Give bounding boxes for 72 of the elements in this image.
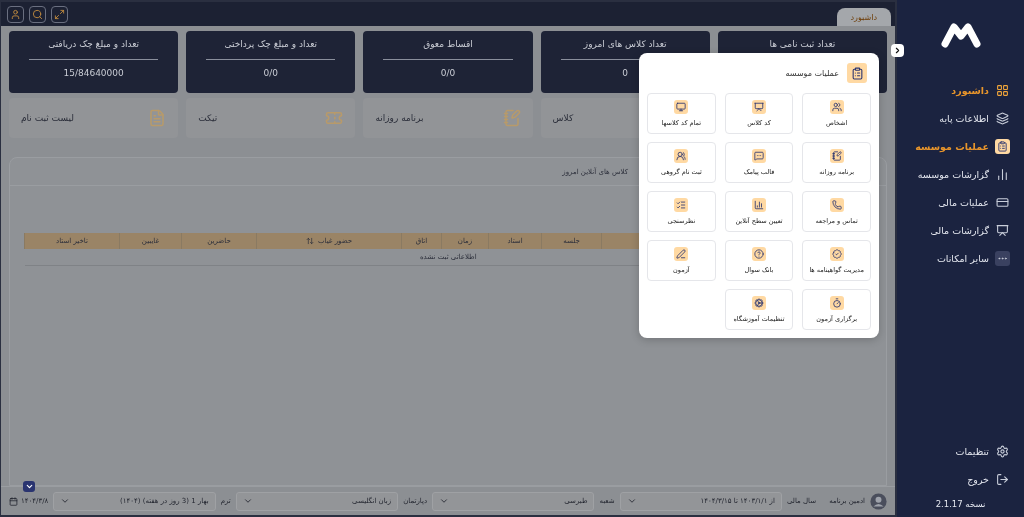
sidebar-item[interactable]: خروج: [897, 465, 1024, 493]
shortcut-label: برنامه روزانه: [375, 113, 424, 123]
shortcut-label: لیست ثبت نام: [21, 113, 74, 123]
settings-icon: [996, 444, 1009, 458]
pen-icon: [674, 247, 689, 261]
clipboard-icon: [847, 63, 867, 83]
search-button[interactable]: [29, 5, 46, 23]
cog-icon: [752, 296, 766, 310]
notebook-icon: [829, 149, 844, 163]
question-icon: [752, 247, 766, 261]
stat-title: تعداد ثبت نامی ها: [769, 39, 836, 51]
phone-icon: [829, 198, 844, 212]
presentation-icon: [996, 223, 1009, 237]
grid-icon: [996, 83, 1009, 97]
expand-icon: [54, 8, 65, 20]
chevron-icon: [60, 496, 71, 506]
collapse-button[interactable]: [891, 44, 904, 57]
sidebar-item[interactable]: عملیات موسسه: [897, 132, 1024, 160]
group-icon: [674, 149, 689, 163]
checklist-icon: [674, 198, 689, 212]
chevron-icon: [626, 496, 637, 506]
stat-value: 15/84640000: [63, 68, 124, 78]
ticket-icon: [325, 109, 344, 127]
avatar-icon: [870, 492, 887, 510]
notebook-icon: [502, 109, 521, 127]
sidebar-item[interactable]: عملیات مالی: [897, 188, 1024, 216]
stat-title: اقساط معوق: [423, 39, 473, 51]
stat-title: تعداد کلاس های امروز: [583, 39, 667, 51]
sort-icon: [305, 237, 314, 245]
stat-value: 0: [622, 68, 629, 78]
stat-value: 0/0: [440, 68, 456, 78]
version-label: نسخه 2.1.17: [934, 499, 987, 509]
user-icon: [10, 8, 21, 20]
badge-icon: [829, 247, 844, 261]
sidebar-item[interactable]: تنظیمات: [897, 437, 1024, 465]
calendar-icon: [9, 496, 18, 506]
shortcut-label: تیکت: [198, 113, 218, 123]
stat-title: تعداد و مبلغ چک دریافتی: [48, 39, 140, 51]
stat-title: تعداد و مبلغ چک پرداختی: [224, 39, 318, 51]
user-button[interactable]: [7, 5, 24, 23]
stopwatch-icon: [829, 296, 844, 310]
logo: [939, 22, 982, 48]
stat-value: 0/0: [263, 68, 279, 78]
card-icon: [996, 195, 1009, 209]
sidebar-item[interactable]: سایر امکانات: [897, 244, 1024, 272]
logout-icon: [996, 472, 1009, 486]
document-icon: [148, 109, 167, 127]
page-tab[interactable]: داشبورد: [836, 8, 891, 26]
monitor-icon: [674, 100, 689, 114]
bar-chart-icon: [752, 198, 766, 212]
menu-title: عملیات موسسه: [785, 68, 839, 78]
sidebar-item[interactable]: داشبورد: [897, 76, 1024, 104]
people-icon: [829, 100, 844, 114]
chevron-icon: [893, 46, 902, 55]
shortcut-card[interactable]: لیست ثبت نام: [9, 98, 179, 138]
chevron-icon: [439, 496, 450, 506]
chevron-icon: [24, 482, 34, 491]
sidebar-item[interactable]: اطلاعات پایه: [897, 104, 1024, 132]
sidebar-item[interactable]: گزارشات مالی: [897, 216, 1024, 244]
layers-icon: [996, 111, 1009, 125]
message-icon: [752, 149, 766, 163]
sidebar-item[interactable]: گزارشات موسسه: [897, 160, 1024, 188]
clipboard-icon: [995, 138, 1010, 154]
chevron-icon: [242, 496, 253, 506]
board-icon: [752, 100, 766, 114]
more-icon: [995, 250, 1010, 266]
search-icon: [32, 8, 43, 20]
shortcut-card[interactable]: تیکت: [186, 98, 356, 138]
bar-chart-icon: [996, 167, 1009, 181]
shortcut-label: کلاس: [552, 113, 574, 123]
expand-button[interactable]: [23, 481, 35, 492]
shortcut-card[interactable]: برنامه روزانه: [363, 98, 533, 138]
